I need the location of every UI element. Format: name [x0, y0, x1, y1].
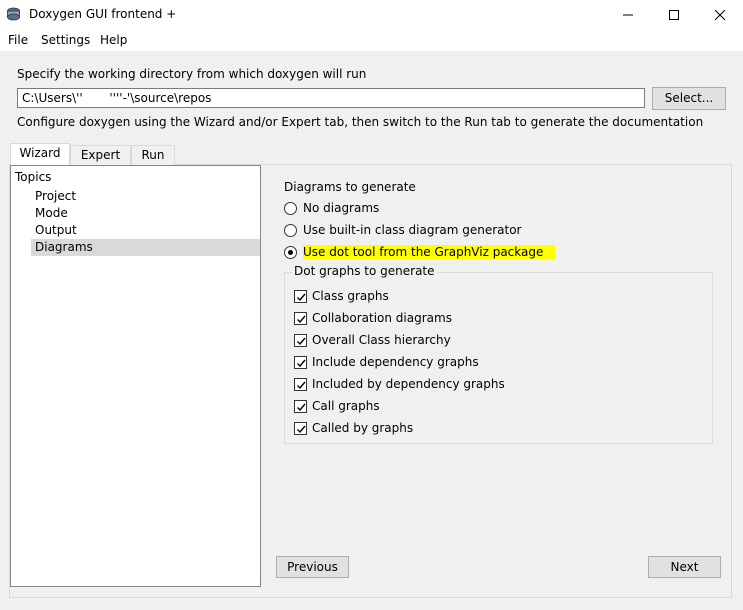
checkmark-icon	[297, 403, 306, 411]
checkbox[interactable]	[294, 355, 307, 369]
maximize-button[interactable]	[651, 0, 697, 29]
radio-label: Use built-in class diagram generator	[303, 223, 522, 237]
tab-expert[interactable]: Expert	[70, 145, 131, 165]
radio-button[interactable]	[284, 223, 297, 237]
checkmark-icon	[297, 293, 306, 301]
checkbox[interactable]	[294, 289, 307, 303]
checkbox-collaboration-diagrams[interactable]: Collaboration diagrams	[294, 309, 452, 327]
checkbox[interactable]	[294, 311, 307, 325]
menu-help[interactable]: Help	[100, 33, 127, 47]
checkbox-class-hierarchy[interactable]: Overall Class hierarchy	[294, 331, 451, 349]
radio-button[interactable]	[284, 201, 297, 215]
close-button[interactable]	[697, 0, 743, 29]
checkbox-called-by-graphs[interactable]: Called by graphs	[294, 419, 413, 437]
radio-button[interactable]	[284, 245, 297, 259]
radio-builtin-generator[interactable]: Use built-in class diagram generator	[284, 221, 521, 239]
checkbox-call-graphs[interactable]: Call graphs	[294, 397, 380, 415]
checkbox-label: Class graphs	[312, 289, 389, 303]
checkbox-class-graphs[interactable]: Class graphs	[294, 287, 389, 305]
checkmark-icon	[297, 425, 306, 433]
radio-dot-tool[interactable]: Use dot tool from the GraphViz package	[284, 243, 556, 261]
checkmark-icon	[297, 315, 306, 323]
checkbox[interactable]	[294, 421, 307, 435]
topic-diagrams[interactable]: Diagrams	[31, 239, 260, 256]
radio-label: No diagrams	[303, 201, 380, 215]
checkbox[interactable]	[294, 377, 307, 391]
menu-file[interactable]: File	[8, 33, 28, 47]
configure-hint: Configure doxygen using the Wizard and/o…	[17, 115, 704, 129]
workdir-input[interactable]	[17, 88, 645, 108]
checkbox-label: Include dependency graphs	[312, 355, 479, 369]
dot-graphs-title: Dot graphs to generate	[292, 264, 437, 278]
tab-wizard[interactable]: Wizard	[10, 143, 70, 165]
checkbox-label: Call graphs	[312, 399, 380, 413]
checkmark-icon	[297, 359, 306, 367]
topics-tree[interactable]: Topics Project Mode Output Diagrams	[10, 165, 261, 587]
close-icon	[715, 9, 725, 20]
minimize-button[interactable]	[605, 0, 651, 29]
topic-project[interactable]: Project	[31, 188, 260, 205]
menu-bar: File Settings Help	[0, 29, 743, 51]
checkbox-label: Called by graphs	[312, 421, 414, 435]
menu-settings[interactable]: Settings	[41, 33, 90, 47]
checkbox[interactable]	[294, 333, 307, 347]
checkbox-label: Collaboration diagrams	[312, 311, 452, 325]
checkbox-label: Included by dependency graphs	[312, 377, 505, 391]
window-title: Doxygen GUI frontend +	[29, 7, 177, 21]
topics-root[interactable]: Topics	[15, 170, 51, 184]
previous-button[interactable]: Previous	[276, 556, 349, 578]
minimize-icon	[623, 14, 633, 15]
next-button[interactable]: Next	[648, 556, 721, 578]
radio-label: Use dot tool from the GraphViz package	[303, 245, 556, 259]
title-bar: Doxygen GUI frontend +	[0, 0, 743, 29]
checkbox-included-by-dependency[interactable]: Included by dependency graphs	[294, 375, 505, 393]
maximize-icon	[669, 9, 679, 20]
select-button[interactable]: Select...	[652, 87, 726, 110]
workdir-label: Specify the working directory from which…	[17, 67, 367, 81]
checkmark-icon	[297, 337, 306, 345]
doxygen-app-icon	[6, 7, 21, 21]
topic-mode[interactable]: Mode	[31, 205, 260, 222]
checkbox-label: Overall Class hierarchy	[312, 333, 451, 347]
checkbox-include-dependency[interactable]: Include dependency graphs	[294, 353, 479, 371]
radio-no-diagrams[interactable]: No diagrams	[284, 199, 379, 217]
diagrams-title: Diagrams to generate	[284, 180, 416, 194]
topic-output[interactable]: Output	[31, 222, 260, 239]
checkbox[interactable]	[294, 399, 307, 413]
checkmark-icon	[297, 381, 306, 389]
tab-run[interactable]: Run	[131, 145, 175, 165]
